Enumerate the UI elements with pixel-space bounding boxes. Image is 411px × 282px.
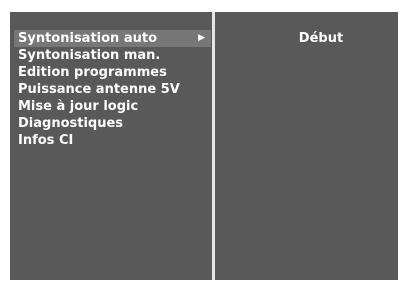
menu-item-label: Diagnostiques — [18, 116, 124, 131]
submenu-arrow-icon: ▶ — [198, 33, 205, 43]
menu-item-edition-programmes[interactable]: Edition programmes — [14, 64, 211, 81]
menu-item-puissance-antenne[interactable]: Puissance antenne 5V — [14, 81, 211, 98]
menu-item-label: Infos CI — [18, 133, 74, 148]
menu-item-label: Mise à jour logic — [18, 99, 139, 114]
menu-item-label: Edition programmes — [18, 65, 167, 80]
menu-item-syntonisation-man[interactable]: Syntonisation man. — [14, 47, 211, 64]
menu-item-infos-ci[interactable]: Infos CI — [14, 132, 211, 149]
setup-menu-list: Syntonisation auto ▶ Syntonisation man. … — [14, 30, 211, 149]
submenu-panel: Début — [215, 12, 398, 280]
main-menu-panel: Syntonisation auto ▶ Syntonisation man. … — [10, 12, 212, 280]
menu-item-label: Syntonisation man. — [18, 48, 161, 63]
start-option[interactable]: Début — [215, 30, 411, 47]
menu-item-label: Syntonisation auto — [18, 31, 158, 46]
tv-menu-screen: Syntonisation auto ▶ Syntonisation man. … — [10, 12, 398, 280]
menu-item-label: Puissance antenne 5V — [18, 82, 180, 97]
menu-item-diagnostiques[interactable]: Diagnostiques — [14, 115, 211, 132]
menu-item-mise-a-jour-logic[interactable]: Mise à jour logic — [14, 98, 211, 115]
menu-item-syntonisation-auto[interactable]: Syntonisation auto ▶ — [14, 30, 211, 47]
